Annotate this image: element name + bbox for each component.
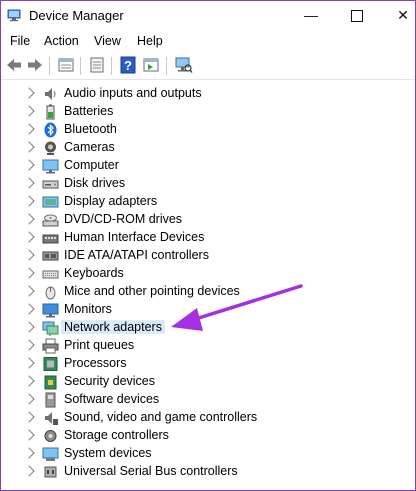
annotation-arrow: [171, 284, 303, 331]
device-manager-window: Device Manager — ✕ File Action View Help: [0, 0, 416, 491]
